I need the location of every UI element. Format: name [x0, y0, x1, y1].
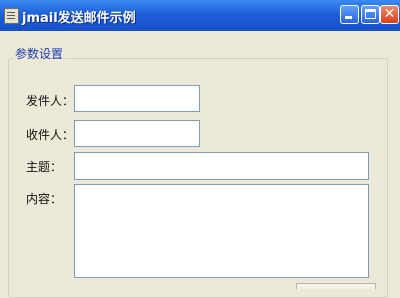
settings-group-title: 参数设置: [13, 45, 66, 62]
app-icon[interactable]: [4, 8, 19, 24]
maximize-button[interactable]: [361, 5, 380, 24]
content-label: 内容：: [26, 192, 63, 206]
sender-input[interactable]: [74, 85, 200, 112]
minimize-button[interactable]: [340, 5, 359, 24]
receiver-label: 收件人：: [26, 128, 75, 142]
subject-label: 主题：: [26, 160, 63, 174]
close-icon: ✕: [383, 6, 396, 22]
main-window: jmail发送邮件示例 ✕ 参数设置 发件人： 收件人： 主题： 内容：: [0, 0, 400, 298]
window-title: jmail发送邮件示例: [22, 11, 136, 26]
title-bar[interactable]: jmail发送邮件示例 ✕: [0, 0, 400, 31]
minimize-icon: [345, 16, 352, 19]
maximize-icon: [365, 9, 376, 19]
receiver-input[interactable]: [74, 120, 200, 147]
sender-label: 发件人：: [26, 94, 75, 108]
partial-button[interactable]: [296, 283, 376, 289]
content-textarea[interactable]: [74, 184, 369, 278]
close-button[interactable]: ✕: [380, 5, 399, 24]
subject-input[interactable]: [74, 152, 369, 180]
